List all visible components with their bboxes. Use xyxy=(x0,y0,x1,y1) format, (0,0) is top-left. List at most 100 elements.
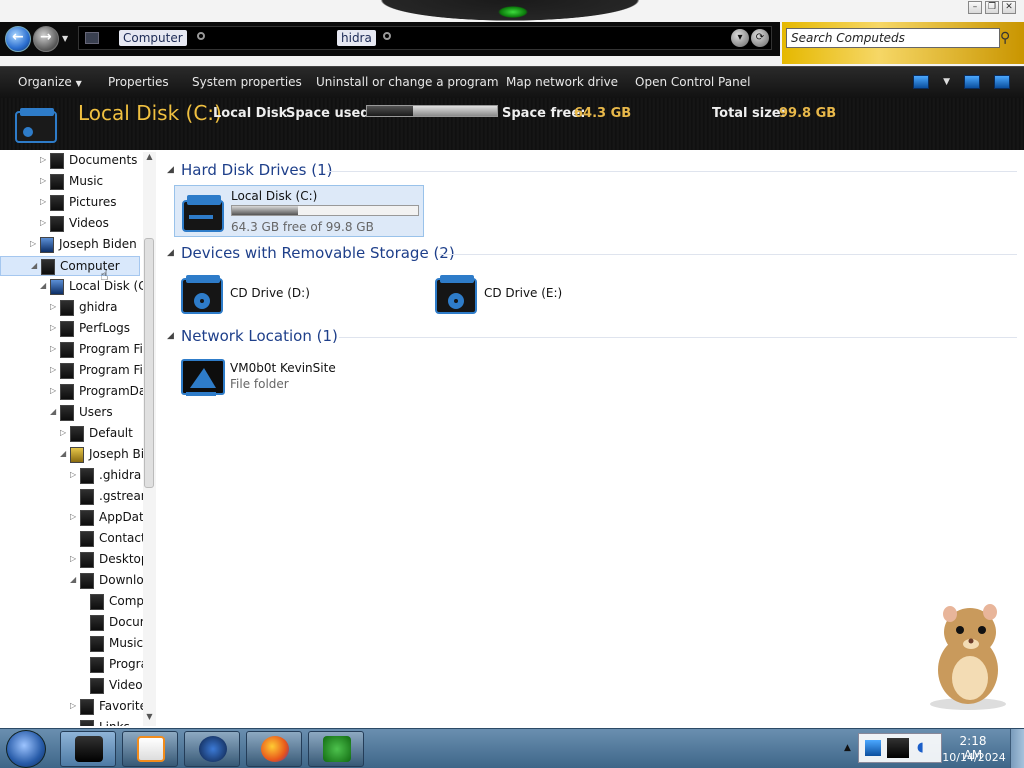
tree-item[interactable]: ▷ Favorites xyxy=(52,697,156,717)
expand-arrow-icon[interactable]: ▷ xyxy=(70,512,76,521)
tree-item[interactable]: Contacts xyxy=(52,529,156,549)
organize-button[interactable]: Organize ▼ xyxy=(18,75,82,89)
start-button[interactable] xyxy=(6,730,46,768)
expand-arrow-icon[interactable]: ▷ xyxy=(40,197,46,206)
tree-item[interactable]: ▷ Program Files xyxy=(32,340,156,360)
tree-item[interactable]: ▷ Documents xyxy=(22,152,156,171)
breadcrumb-computer[interactable]: Computer xyxy=(119,30,187,46)
expand-arrow-icon[interactable]: ▷ xyxy=(30,239,36,248)
breadcrumb-chevron-icon[interactable] xyxy=(197,32,205,40)
tree-item[interactable]: ▷ AppData xyxy=(52,508,156,528)
expand-arrow-icon[interactable]: ▷ xyxy=(50,386,56,395)
speaker-icon[interactable]: ◖ xyxy=(917,740,933,756)
taskbar-download-manager-button[interactable] xyxy=(308,731,364,767)
show-hidden-icons-icon[interactable]: ▲ xyxy=(844,743,851,753)
tree-item[interactable]: ▷ Desktop xyxy=(52,550,156,570)
minimize-button[interactable]: – xyxy=(968,1,982,14)
expand-arrow-icon[interactable]: ▷ xyxy=(40,218,46,227)
tree-item[interactable]: Documents xyxy=(62,613,156,633)
network-icon[interactable] xyxy=(865,740,881,756)
system-properties-button[interactable]: System properties xyxy=(192,75,302,89)
preview-pane-icon[interactable] xyxy=(964,75,980,89)
scroll-up-icon[interactable]: ▲ xyxy=(143,152,156,164)
taskbar-firefox-button[interactable] xyxy=(246,731,302,767)
collapse-arrow-icon[interactable]: ◢ xyxy=(40,281,46,290)
tree-item[interactable]: ▷ ProgramData xyxy=(32,382,156,402)
taskbar-media-player-button[interactable] xyxy=(122,731,178,767)
network-folder-item[interactable]: VM0b0t KevinSite File folder xyxy=(174,351,424,403)
tree-item[interactable]: ◢ Computer xyxy=(0,256,140,276)
tree-item[interactable]: ◢ Users xyxy=(32,403,156,423)
tree-item[interactable]: Compressed xyxy=(62,592,156,612)
cd-drive-icon xyxy=(435,275,477,314)
expand-arrow-icon[interactable]: ▷ xyxy=(70,701,76,710)
tree-item[interactable]: ▷ Joseph Biden xyxy=(12,235,156,255)
scroll-down-icon[interactable]: ▼ xyxy=(143,712,156,724)
address-bar[interactable]: Computer hidra ▾ ⟳ xyxy=(78,26,772,50)
cd-drive-d-item[interactable]: CD Drive (D:) xyxy=(174,268,424,320)
drive-tray-icon[interactable] xyxy=(887,738,909,758)
expand-arrow-icon[interactable]: ▷ xyxy=(50,302,56,311)
group-removable-storage[interactable]: ◢ Devices with Removable Storage (2) xyxy=(167,243,1017,265)
expand-arrow-icon[interactable]: ▷ xyxy=(40,155,46,164)
expand-arrow-icon[interactable]: ▷ xyxy=(70,470,76,479)
properties-button[interactable]: Properties xyxy=(108,75,169,89)
collapse-arrow-icon[interactable]: ◢ xyxy=(50,407,56,416)
open-control-panel-button[interactable]: Open Control Panel xyxy=(635,75,750,89)
expand-arrow-icon[interactable]: ▷ xyxy=(50,365,56,374)
refresh-icon[interactable]: ⟳ xyxy=(751,29,769,47)
collapse-arrow-icon[interactable]: ◢ xyxy=(31,261,37,270)
clock-date[interactable]: 10/14/2024 xyxy=(942,751,1006,764)
tree-item[interactable]: ◢Downloads xyxy=(52,571,156,591)
collapse-group-icon[interactable]: ◢ xyxy=(167,165,174,175)
uninstall-program-button[interactable]: Uninstall or change a program xyxy=(316,75,499,89)
breadcrumb-chevron-icon[interactable] xyxy=(383,32,391,40)
collapse-arrow-icon[interactable]: ◢ xyxy=(70,575,76,584)
address-dropdown-icon[interactable]: ▾ xyxy=(731,29,749,47)
group-network-location[interactable]: ◢ Network Location (1) xyxy=(167,326,1017,348)
tree-item[interactable]: .gstreamer xyxy=(52,487,156,507)
expand-arrow-icon[interactable]: ▷ xyxy=(50,344,56,353)
view-options-chevron-icon[interactable]: ▼ xyxy=(943,77,950,89)
tree-item[interactable]: ▷ Default xyxy=(42,424,156,444)
expand-arrow-icon[interactable]: ▷ xyxy=(60,428,66,437)
folder-icon xyxy=(60,405,74,421)
change-view-icon[interactable] xyxy=(913,75,930,89)
expand-arrow-icon[interactable]: ▷ xyxy=(50,323,56,332)
tree-item[interactable]: ◢Joseph Biden xyxy=(42,445,156,465)
tree-item[interactable]: ▷ ghidra xyxy=(32,298,156,318)
tree-item[interactable]: ▷ PerfLogs xyxy=(32,319,156,339)
forward-button[interactable]: → xyxy=(33,26,59,52)
tree-item[interactable]: Programs xyxy=(62,655,156,675)
breadcrumb-hidra[interactable]: hidra xyxy=(337,30,376,46)
tree-item[interactable]: Links xyxy=(52,718,156,726)
maximize-button[interactable]: ❐ xyxy=(985,1,999,14)
show-desktop-button[interactable] xyxy=(1010,729,1024,768)
tree-item[interactable]: Video xyxy=(62,676,156,696)
search-icon[interactable]: ⚲ xyxy=(1000,30,1016,46)
tree-item[interactable]: ▷ Program Files xyxy=(32,361,156,381)
collapse-arrow-icon[interactable]: ◢ xyxy=(60,449,66,458)
expand-arrow-icon[interactable]: ▷ xyxy=(40,176,46,185)
cd-drive-e-item[interactable]: CD Drive (E:) xyxy=(428,268,678,320)
help-icon[interactable] xyxy=(994,75,1010,89)
expand-arrow-icon[interactable]: ▷ xyxy=(70,554,76,563)
search-input[interactable]: Search Computeds xyxy=(786,28,1000,48)
map-network-drive-button[interactable]: Map network drive xyxy=(506,75,618,89)
back-button[interactable]: ← xyxy=(5,26,31,52)
tree-item[interactable]: ▷ .ghidra xyxy=(52,466,156,486)
tree-item[interactable]: ▷ Music xyxy=(22,172,156,192)
taskbar-explorer-button[interactable] xyxy=(60,731,116,767)
tree-item[interactable]: Music xyxy=(62,634,156,654)
tree-item[interactable]: ◢ Local Disk (C:) xyxy=(22,277,156,297)
group-hard-disk-drives[interactable]: ◢ Hard Disk Drives (1) xyxy=(167,160,1017,182)
taskbar-ie-button[interactable] xyxy=(184,731,240,767)
tree-item[interactable]: ▷ Videos xyxy=(22,214,156,234)
collapse-group-icon[interactable]: ◢ xyxy=(167,248,174,258)
collapse-group-icon[interactable]: ◢ xyxy=(167,331,174,341)
tree-item[interactable]: ▷ Pictures xyxy=(22,193,156,213)
recent-pages-dropdown[interactable]: ▼ xyxy=(62,34,68,43)
nav-scrollbar-thumb[interactable] xyxy=(144,238,154,488)
local-disk-c-item[interactable]: Local Disk (C:) 64.3 GB free of 99.8 GB xyxy=(174,185,424,237)
close-button[interactable]: ✕ xyxy=(1002,1,1016,14)
